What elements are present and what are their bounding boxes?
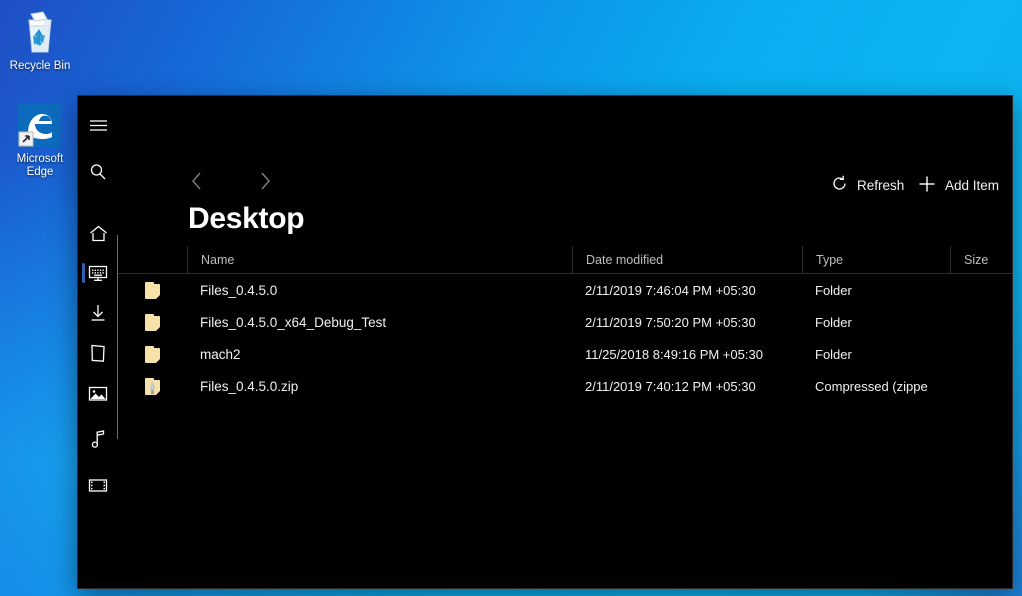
folder-icon — [118, 313, 187, 331]
zip-folder-icon — [118, 377, 187, 395]
content-area: Refresh Add Item Desktop Name Date modif… — [118, 96, 1012, 588]
file-name: Files_0.4.5.0.zip — [200, 378, 299, 394]
file-name: mach2 — [200, 346, 241, 362]
chevron-right-icon — [258, 171, 272, 196]
column-header-name[interactable]: Name — [187, 246, 572, 273]
refresh-button-label: Refresh — [857, 177, 905, 193]
sidebar-item-music[interactable] — [78, 419, 118, 459]
music-note-icon — [91, 430, 106, 448]
document-page-icon — [90, 344, 106, 363]
file-date-modified: 2/11/2019 7:40:12 PM +05:30 — [585, 378, 756, 394]
column-header-type[interactable]: Type — [802, 246, 950, 273]
desktop-icon-label-line1: Microsoft — [16, 153, 64, 165]
file-date-modified: 2/11/2019 7:50:20 PM +05:30 — [585, 314, 756, 330]
refresh-button[interactable]: Refresh — [831, 168, 904, 202]
folder-icon — [118, 281, 187, 299]
sidebar-item-home[interactable] — [78, 213, 118, 253]
file-date-modified: 2/11/2019 7:46:04 PM +05:30 — [585, 282, 756, 298]
desktop-icon-recycle-bin[interactable]: Recycle Bin — [2, 7, 78, 73]
hamburger-menu-icon — [89, 119, 108, 132]
desktop-background: Recycle Bin Microsoft Edge Refresh Add I… — [0, 0, 1022, 596]
sidebar-item-documents[interactable] — [78, 333, 118, 373]
file-type: Folder — [815, 346, 852, 362]
table-row[interactable]: Files_0.4.5.0 2/11/2019 7:46:04 PM +05:3… — [118, 274, 1012, 306]
sidebar-item-videos[interactable] — [78, 465, 118, 505]
file-type: Folder — [815, 314, 852, 330]
table-row[interactable]: Files_0.4.5.0.zip 2/11/2019 7:40:12 PM +… — [118, 370, 1012, 402]
column-header-icon — [118, 246, 187, 273]
home-icon — [89, 225, 108, 242]
recycle-bin-icon — [2, 7, 78, 55]
search-icon — [89, 163, 107, 181]
forward-button[interactable] — [248, 166, 282, 200]
files-app-window: Refresh Add Item Desktop Name Date modif… — [78, 96, 1012, 588]
film-strip-icon — [88, 478, 108, 493]
add-item-button-label: Add Item — [945, 177, 1000, 193]
add-item-button[interactable]: Add Item — [918, 168, 999, 202]
file-list: Name Date modified Type Size Files_0.4.5… — [118, 246, 1012, 588]
page-title: Desktop — [188, 202, 305, 235]
column-header-size[interactable]: Size — [950, 246, 1012, 273]
sidebar-item-downloads[interactable] — [78, 293, 118, 333]
desktop-monitor-icon — [88, 265, 108, 282]
table-header-row: Name Date modified Type Size — [118, 246, 1012, 274]
chevron-left-icon — [190, 171, 204, 196]
file-date-modified: 11/25/2018 8:49:16 PM +05:30 — [585, 346, 763, 362]
folder-icon — [118, 345, 187, 363]
sidebar-search-button[interactable] — [78, 152, 118, 192]
refresh-circular-arrow-icon — [831, 175, 848, 195]
navigation-sidebar — [78, 96, 119, 588]
sidebar-item-pictures[interactable] — [78, 373, 118, 413]
download-arrow-icon — [89, 304, 107, 322]
desktop-icon-label: Recycle Bin — [9, 60, 71, 72]
hamburger-menu-button[interactable] — [78, 105, 118, 145]
sidebar-item-desktop[interactable] — [78, 253, 118, 293]
column-header-date-modified[interactable]: Date modified — [572, 246, 802, 273]
file-name: Files_0.4.5.0 — [200, 282, 278, 298]
file-name: Files_0.4.5.0_x64_Debug_Test — [200, 314, 387, 330]
back-button[interactable] — [180, 166, 214, 200]
table-row[interactable]: Files_0.4.5.0_x64_Debug_Test 2/11/2019 7… — [118, 306, 1012, 338]
picture-image-icon — [88, 385, 108, 402]
microsoft-edge-icon — [2, 100, 78, 148]
file-type: Folder — [815, 282, 852, 298]
desktop-icon-microsoft-edge[interactable]: Microsoft Edge — [2, 100, 78, 179]
toolbar — [118, 96, 1012, 172]
desktop-icon-label-line2: Edge — [26, 166, 54, 178]
file-type: Compressed (zippe — [815, 378, 928, 394]
table-row[interactable]: mach2 11/25/2018 8:49:16 PM +05:30 Folde… — [118, 338, 1012, 370]
plus-icon — [918, 175, 936, 196]
